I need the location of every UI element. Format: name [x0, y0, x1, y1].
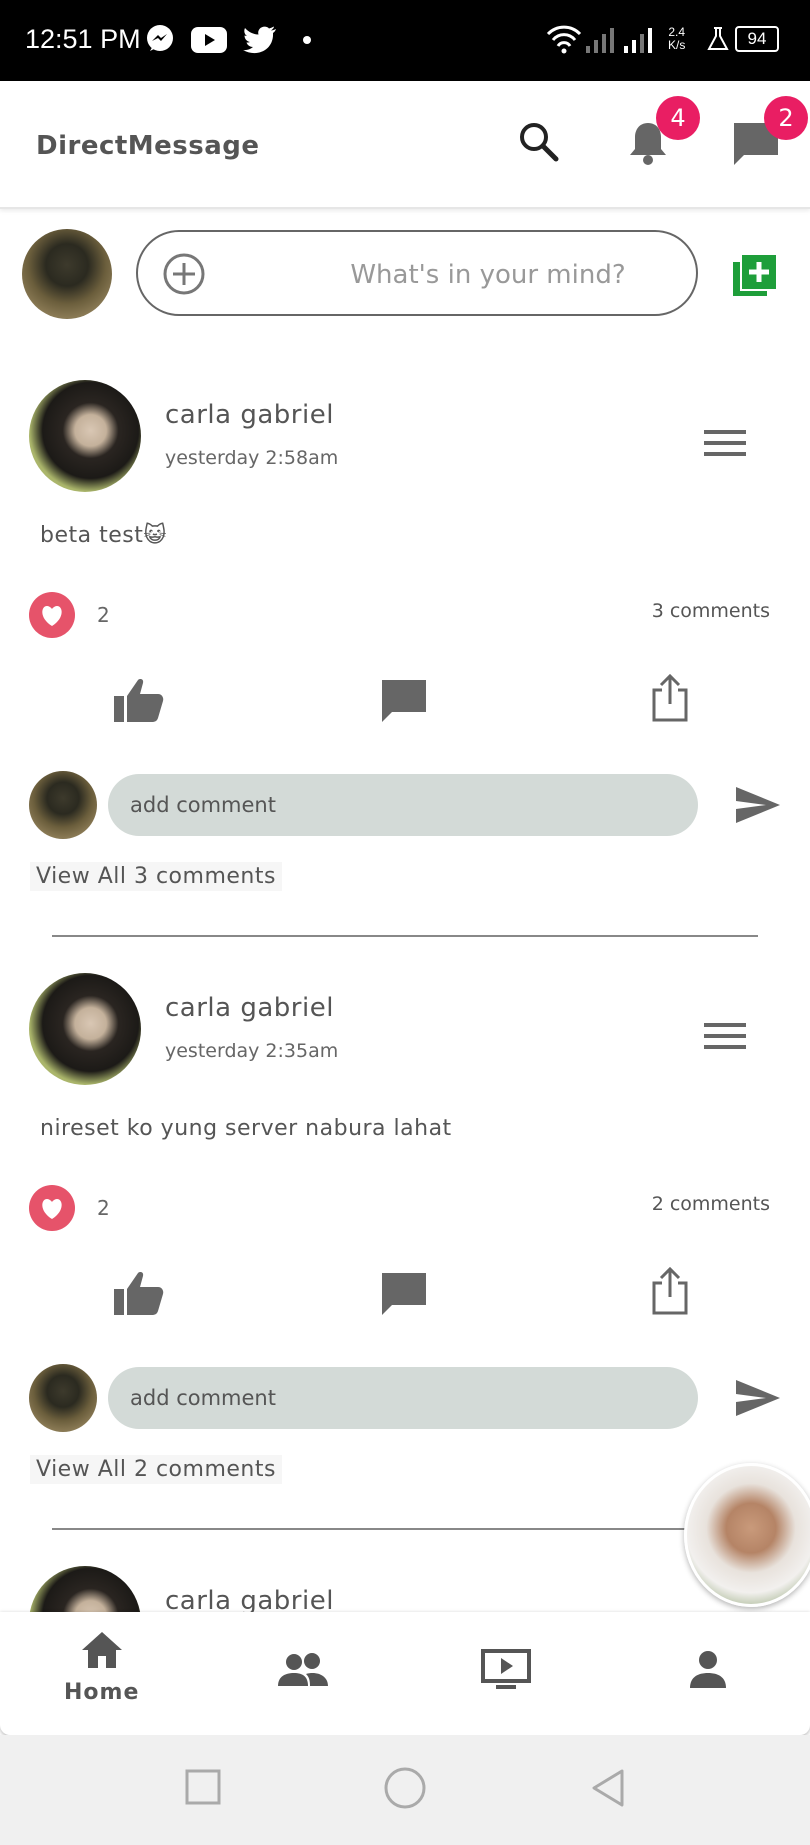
status-bar: 12:51 PM 2.4 K/s 94: [0, 0, 810, 81]
composer-placeholder: What's in your mind?: [350, 260, 626, 290]
friends-icon[interactable]: [276, 1652, 330, 1688]
messages-badge: 2: [764, 96, 808, 140]
app-title: DirectMessage: [36, 131, 260, 161]
post-divider: [52, 1528, 758, 1530]
post-body: nireset ko yung server nabura lahat: [40, 1116, 452, 1141]
post-author[interactable]: carla gabriel: [165, 993, 334, 1023]
send-icon[interactable]: [734, 785, 782, 825]
author-avatar[interactable]: [29, 973, 141, 1085]
thumbs-up-icon[interactable]: [112, 676, 166, 724]
chat-head-avatar[interactable]: [684, 1463, 810, 1607]
notifications-badge: 4: [656, 96, 700, 140]
post-body: beta test😺: [40, 523, 167, 548]
profile-icon[interactable]: [688, 1650, 728, 1690]
post-author[interactable]: carla gabriel: [165, 1586, 334, 1612]
share-icon[interactable]: [650, 1265, 690, 1317]
heart-icon[interactable]: [29, 592, 75, 638]
back-icon[interactable]: [588, 1767, 628, 1809]
video-icon[interactable]: [480, 1648, 532, 1692]
twitter-icon: [243, 26, 276, 54]
menu-icon[interactable]: [704, 428, 748, 458]
status-time: 12:51 PM: [25, 24, 141, 54]
net-speed-unit: K/s: [668, 38, 686, 52]
signal-icon: [624, 28, 652, 53]
lab-icon: [707, 27, 729, 50]
net-speed: 2.4 K/s: [668, 26, 685, 52]
post-card: carla gabriel: [0, 1556, 810, 1612]
comment-icon[interactable]: [380, 678, 428, 724]
thumbs-up-icon[interactable]: [112, 1269, 166, 1317]
like-count: 2: [97, 1196, 110, 1220]
post-time: yesterday 2:58am: [165, 447, 339, 469]
post-time: yesterday 2:35am: [165, 1040, 339, 1062]
commenter-avatar: [29, 771, 97, 839]
view-all-comments[interactable]: View All 3 comments: [30, 862, 282, 891]
comment-count[interactable]: 2 comments: [560, 1193, 770, 1215]
comment-count[interactable]: 3 comments: [560, 600, 770, 622]
comment-icon[interactable]: [380, 1271, 428, 1317]
home-icon: [82, 1632, 122, 1668]
author-avatar[interactable]: [29, 380, 141, 492]
post-card: carla gabriel yesterday 2:35am nireset k…: [0, 963, 810, 1563]
menu-icon[interactable]: [704, 1021, 748, 1051]
home-button-icon[interactable]: [383, 1766, 427, 1810]
like-count: 2: [97, 603, 110, 627]
battery-indicator: 94: [735, 26, 779, 52]
heart-icon[interactable]: [29, 1185, 75, 1231]
add-comment-input[interactable]: add comment: [108, 1367, 698, 1429]
system-navigation-bar: [0, 1735, 810, 1845]
add-comment-input[interactable]: add comment: [108, 774, 698, 836]
nav-home-label: Home: [64, 1680, 140, 1705]
signal-icon: [586, 28, 614, 53]
post-author[interactable]: carla gabriel: [165, 400, 334, 430]
post-divider: [52, 935, 758, 937]
youtube-icon: [191, 27, 227, 53]
view-all-comments[interactable]: View All 2 comments: [30, 1455, 282, 1484]
app-bar: DirectMessage 4 2: [0, 81, 810, 209]
add-circle-icon: [163, 253, 205, 295]
dot-icon: [303, 36, 311, 44]
wifi-icon: [546, 25, 582, 54]
post-card: carla gabriel yesterday 2:58am beta test…: [0, 370, 810, 970]
status-composer[interactable]: What's in your mind?: [136, 230, 698, 316]
nav-home[interactable]: Home: [60, 1630, 142, 1720]
add-photo-icon[interactable]: [731, 252, 779, 298]
author-avatar[interactable]: [29, 1566, 141, 1612]
messenger-icon: [147, 25, 173, 51]
send-icon[interactable]: [734, 1378, 782, 1418]
bottom-navigation: Home: [0, 1612, 810, 1735]
share-icon[interactable]: [650, 672, 690, 724]
recents-icon[interactable]: [184, 1768, 222, 1806]
user-avatar[interactable]: [22, 229, 112, 319]
commenter-avatar: [29, 1364, 97, 1432]
search-icon[interactable]: [518, 121, 560, 163]
